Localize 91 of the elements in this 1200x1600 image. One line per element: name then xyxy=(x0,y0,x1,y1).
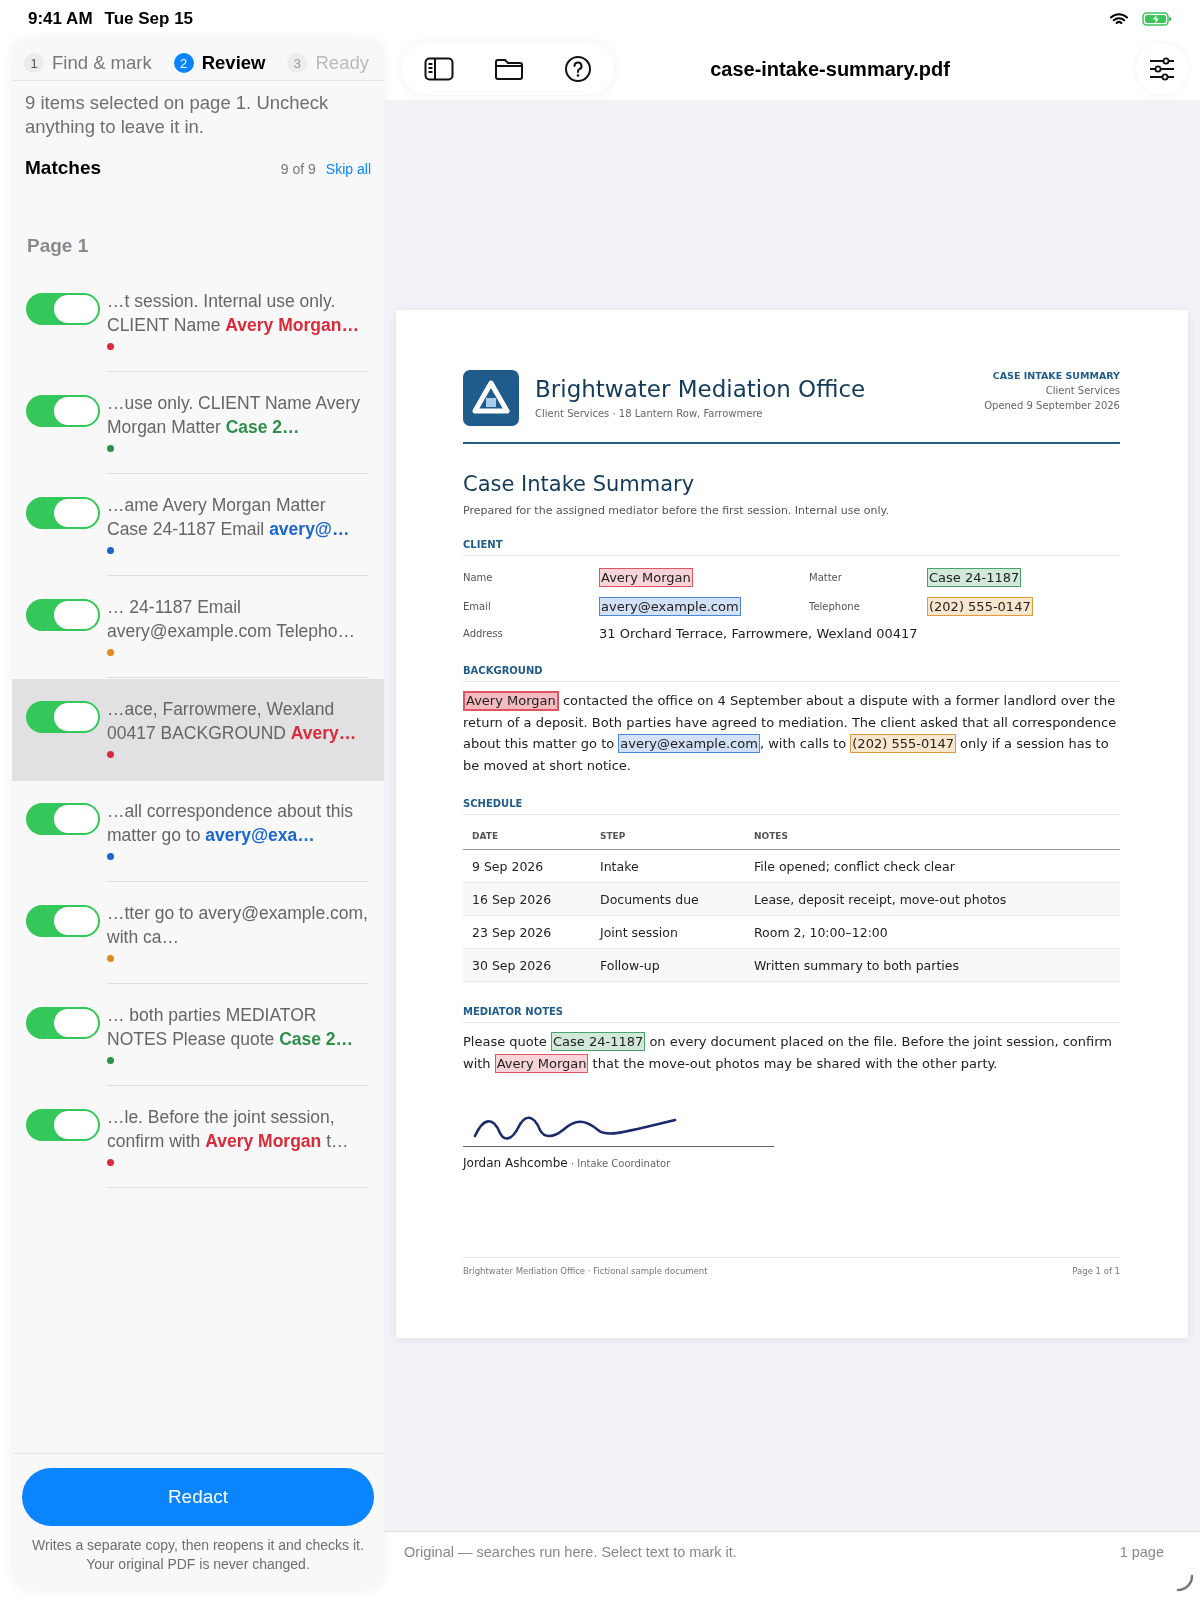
table-cell: 16 Sep 2026 xyxy=(463,882,591,916)
document-label: CASE INTAKE SUMMARY xyxy=(991,369,1120,383)
wifi-icon xyxy=(1110,12,1128,26)
match-row[interactable]: … both parties MEDIATOR NOTES Please quote Case 2… xyxy=(12,985,384,1087)
toggle-switch[interactable] xyxy=(26,905,100,937)
organization-name: Brightwater Mediation Office xyxy=(535,376,866,402)
status-time: 9:41 AM xyxy=(28,9,93,29)
column-header: NOTES xyxy=(745,823,1120,850)
match-snippet: …ame Avery Morgan Matter Case 24-1187 Email avery@… xyxy=(107,494,351,541)
table-cell: Intake xyxy=(591,849,745,883)
help-icon[interactable] xyxy=(564,55,592,83)
field-value: 31 Orchard Terrace, Farrowmere, Wexland 00417 xyxy=(599,626,918,641)
toggle-switch[interactable] xyxy=(26,1109,100,1141)
footer-text: Brightwater Mediation Office · Fictional sample document xyxy=(463,1266,708,1276)
match-snippet: … 24-1187 Email avery@example.com Telepho… xyxy=(107,596,356,643)
match-snippet: …t session. Internal use only. CLIENT Name Avery Morgan… xyxy=(107,290,360,337)
background-paragraph: Avery Morgan contacted the office on 4 September about a dispute with a former landlord over the return of a deposit. Both parties have agreed to mediation. The client asked that all correspondence about this matter go to avery@example.com, with calls to (202) 555-0147 only if a session has to be moved at short notice. xyxy=(463,690,1118,775)
field-label: Telephone xyxy=(809,601,861,612)
toggle-switch[interactable] xyxy=(26,293,100,325)
match-snippet: … both parties MEDIATOR NOTES Please quote Case 2… xyxy=(107,1004,355,1051)
match-row[interactable]: …ame Avery Morgan Matter Case 24-1187 Email avery@… xyxy=(12,475,384,577)
page-number: Page 1 of 1 xyxy=(1072,1266,1120,1276)
field-value: Case 24-1187 xyxy=(927,568,1022,587)
corner-arc-icon xyxy=(1176,1574,1194,1592)
field-label: Matter xyxy=(809,572,843,583)
skip-all-link[interactable]: Skip all xyxy=(325,161,371,177)
sidebar-icon[interactable] xyxy=(424,57,454,81)
step-tab[interactable]: 1 Find & mark xyxy=(24,52,152,74)
signer-role: · Intake Coordinator xyxy=(569,1158,671,1169)
match-row[interactable]: …le. Before the joint session, confirm with Avery Morgan t… xyxy=(12,1087,384,1189)
table-cell: Written summary to both parties xyxy=(745,948,1120,982)
match-row[interactable]: …ace, Farrowmere, Wexland 00417 BACKGROUND Avery… xyxy=(12,679,384,781)
toggle-switch[interactable] xyxy=(26,803,100,835)
table-cell: Documents due xyxy=(591,882,745,916)
field-value: Avery Morgan xyxy=(599,568,693,587)
notes-paragraph: Please quote Case 24-1187 on every document placed on the file. Before the joint session, confirm with Avery Morgan that the move-out photos may be shared with the other party. xyxy=(463,1031,1113,1074)
match-row[interactable]: …use only. CLIENT Name Avery Morgan Matter Case 2… xyxy=(12,373,384,475)
field-label: Name xyxy=(463,572,494,583)
field-label: Email xyxy=(463,601,492,612)
instruction-text: 9 items selected on page 1. Uncheck anything to leave it in. xyxy=(25,91,330,139)
match-snippet: …all correspondence about this matter go to avery@exa… xyxy=(107,800,355,847)
match-snippet: …use only. CLIENT Name Avery Morgan Matter Case 2… xyxy=(107,392,361,439)
organization-address: Client Services · 18 Lantern Row, Farrowmere xyxy=(535,408,764,419)
toggle-switch[interactable] xyxy=(26,1007,100,1039)
field-value: (202) 555-0147 xyxy=(927,597,1033,616)
document-heading: Case Intake Summary xyxy=(463,472,696,496)
match-snippet: …tter go to avery@example.com, with ca… xyxy=(107,902,369,949)
toggle-switch[interactable] xyxy=(26,701,100,733)
toggle-switch[interactable] xyxy=(26,599,100,631)
sliders-icon xyxy=(1148,57,1176,81)
match-row[interactable]: … 24-1187 Email avery@example.com Telepho… xyxy=(12,577,384,679)
match-row[interactable]: …tter go to avery@example.com, with ca… xyxy=(12,883,384,985)
battery-charging-icon xyxy=(1142,12,1172,26)
toggle-switch[interactable] xyxy=(26,395,100,427)
document-title: case-intake-summary.pdf xyxy=(709,57,951,81)
signer-name: Jordan Ashcombe xyxy=(463,1156,568,1170)
department-text: Client Services xyxy=(1044,384,1120,398)
redact-note: Writes a separate copy, then reopens it and checks it. Your original PDF is never changed. xyxy=(31,1536,365,1574)
page-count: 1 page xyxy=(1119,1544,1164,1560)
column-header: DATE xyxy=(463,823,591,850)
table-cell: 30 Sep 2026 xyxy=(463,948,591,982)
matches-heading: Matches xyxy=(25,157,102,179)
table-cell: 23 Sep 2026 xyxy=(463,915,591,949)
table-cell: 9 Sep 2026 xyxy=(463,849,591,883)
table-cell: Lease, deposit receipt, move-out photos xyxy=(745,882,1120,916)
opened-date: Opened 9 September 2026 xyxy=(984,399,1120,413)
match-count: 9 of 9 xyxy=(280,161,316,177)
step-tab[interactable]: 2 Review xyxy=(173,52,266,74)
page-label: Page 1 xyxy=(27,235,90,257)
column-header: STEP xyxy=(591,823,745,850)
toggle-switch[interactable] xyxy=(26,497,100,529)
match-row[interactable]: …t session. Internal use only. CLIENT Name Avery Morgan… xyxy=(12,271,384,373)
status-date: Tue Sep 15 xyxy=(104,9,194,29)
folder-icon[interactable] xyxy=(494,57,524,81)
logo-icon xyxy=(463,370,519,426)
field-value: avery@example.com xyxy=(599,597,741,616)
section-heading: BACKGROUND xyxy=(463,665,1120,682)
section-heading: SCHEDULE xyxy=(463,798,1120,815)
match-snippet: …ace, Farrowmere, Wexland 00417 BACKGROUND Avery… xyxy=(107,698,358,745)
table-cell: Room 2, 10:00–12:00 xyxy=(745,915,1120,949)
table-cell: Joint session xyxy=(591,915,745,949)
match-snippet: …le. Before the joint session, confirm with Avery Morgan t… xyxy=(107,1106,350,1153)
redact-button[interactable]: Redact xyxy=(22,1468,374,1526)
document-subtitle: Prepared for the assigned mediator before the first session. Internal use only. xyxy=(463,504,890,517)
section-heading: MEDIATOR NOTES xyxy=(463,1006,1120,1023)
table-cell: File opened; conflict check clear xyxy=(745,849,1120,883)
table-cell: Follow-up xyxy=(591,948,745,982)
field-label: Address xyxy=(463,628,504,639)
hint-text: Original — searches run here. Select text to mark it. xyxy=(404,1544,737,1560)
section-heading: CLIENT xyxy=(463,539,1120,556)
match-row[interactable]: …all correspondence about this matter go to avery@exa… xyxy=(12,781,384,883)
